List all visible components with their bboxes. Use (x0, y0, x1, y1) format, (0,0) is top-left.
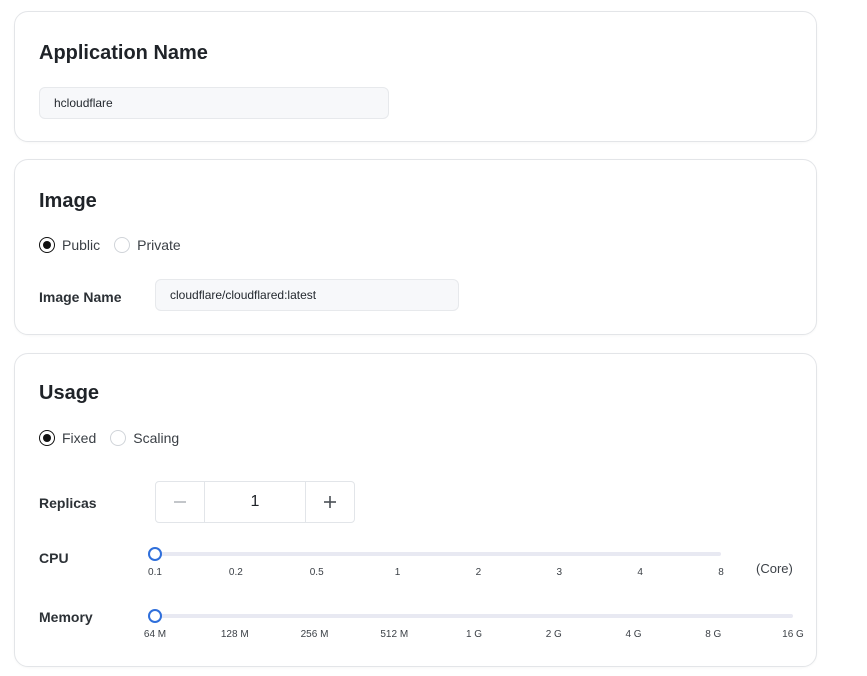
cpu-slider[interactable]: 0.1 0.2 0.5 1 2 3 4 8 (148, 547, 724, 587)
memory-tick-label[interactable]: 8 G (705, 629, 721, 640)
usage-title: Usage (39, 382, 100, 404)
replicas-decrement-button[interactable] (156, 482, 204, 522)
image-name-input[interactable] (155, 279, 459, 311)
plus-icon (324, 496, 336, 508)
memory-label: Memory (39, 609, 93, 625)
memory-tick-label[interactable]: 16 G (782, 629, 804, 640)
replicas-label: Replicas (39, 495, 97, 511)
cpu-slider-track[interactable] (155, 552, 721, 556)
replicas-increment-button[interactable] (306, 482, 354, 522)
minus-icon (174, 501, 186, 503)
radio-fixed[interactable]: Fixed (39, 430, 96, 446)
memory-tick-label[interactable]: 2 G (546, 629, 562, 640)
usage-card: Usage Fixed Scaling Replicas 1 CPU 0.1 0.… (14, 353, 817, 667)
memory-tick-label[interactable]: 4 G (625, 629, 641, 640)
replicas-value[interactable]: 1 (204, 482, 306, 522)
cpu-tick-label[interactable]: 1 (395, 567, 401, 578)
replicas-stepper: 1 (155, 481, 355, 523)
application-name-card: Application Name (14, 11, 817, 142)
cpu-label: CPU (39, 550, 69, 566)
radio-public[interactable]: Public (39, 237, 100, 253)
memory-tick-label[interactable]: 512 M (380, 629, 408, 640)
memory-tick-label[interactable]: 128 M (221, 629, 249, 640)
cpu-tick-label[interactable]: 0.5 (310, 567, 324, 578)
cpu-tick-label[interactable]: 2 (476, 567, 482, 578)
radio-scaling-label: Scaling (133, 430, 180, 446)
image-title: Image (39, 190, 97, 212)
application-name-input[interactable] (39, 87, 389, 119)
radio-private[interactable]: Private (114, 237, 181, 253)
cpu-unit-label: (Core) (756, 561, 793, 576)
radio-public-indicator[interactable] (39, 237, 55, 253)
radio-private-indicator[interactable] (114, 237, 131, 253)
radio-scaling-indicator[interactable] (110, 430, 127, 446)
application-name-title: Application Name (39, 42, 208, 64)
memory-slider[interactable]: 64 M 128 M 256 M 512 M 1 G 2 G 4 G 8 G 16 G (144, 609, 804, 649)
cpu-tick-label[interactable]: 8 (718, 567, 724, 578)
cpu-tick-label[interactable]: 4 (637, 567, 643, 578)
memory-tick-label[interactable]: 1 G (466, 629, 482, 640)
memory-tick-label[interactable]: 256 M (301, 629, 329, 640)
radio-fixed-indicator[interactable] (39, 430, 55, 446)
cpu-tick-label[interactable]: 0.2 (229, 567, 243, 578)
memory-slider-track[interactable] (155, 614, 793, 618)
radio-private-label: Private (137, 237, 181, 253)
image-card: Image Public Private Image Name (14, 159, 817, 335)
usage-mode-radio-group: Fixed Scaling (39, 430, 193, 446)
radio-public-label: Public (62, 237, 101, 253)
image-visibility-radio-group: Public Private (39, 237, 195, 253)
cpu-tick-label[interactable]: 0.1 (148, 567, 162, 578)
image-name-label: Image Name (39, 289, 122, 305)
cpu-tick-label[interactable]: 3 (557, 567, 563, 578)
memory-slider-thumb[interactable] (148, 609, 162, 623)
cpu-slider-thumb[interactable] (148, 547, 162, 561)
radio-scaling[interactable]: Scaling (110, 430, 179, 446)
memory-tick-label[interactable]: 64 M (144, 629, 166, 640)
radio-fixed-label: Fixed (62, 430, 97, 446)
